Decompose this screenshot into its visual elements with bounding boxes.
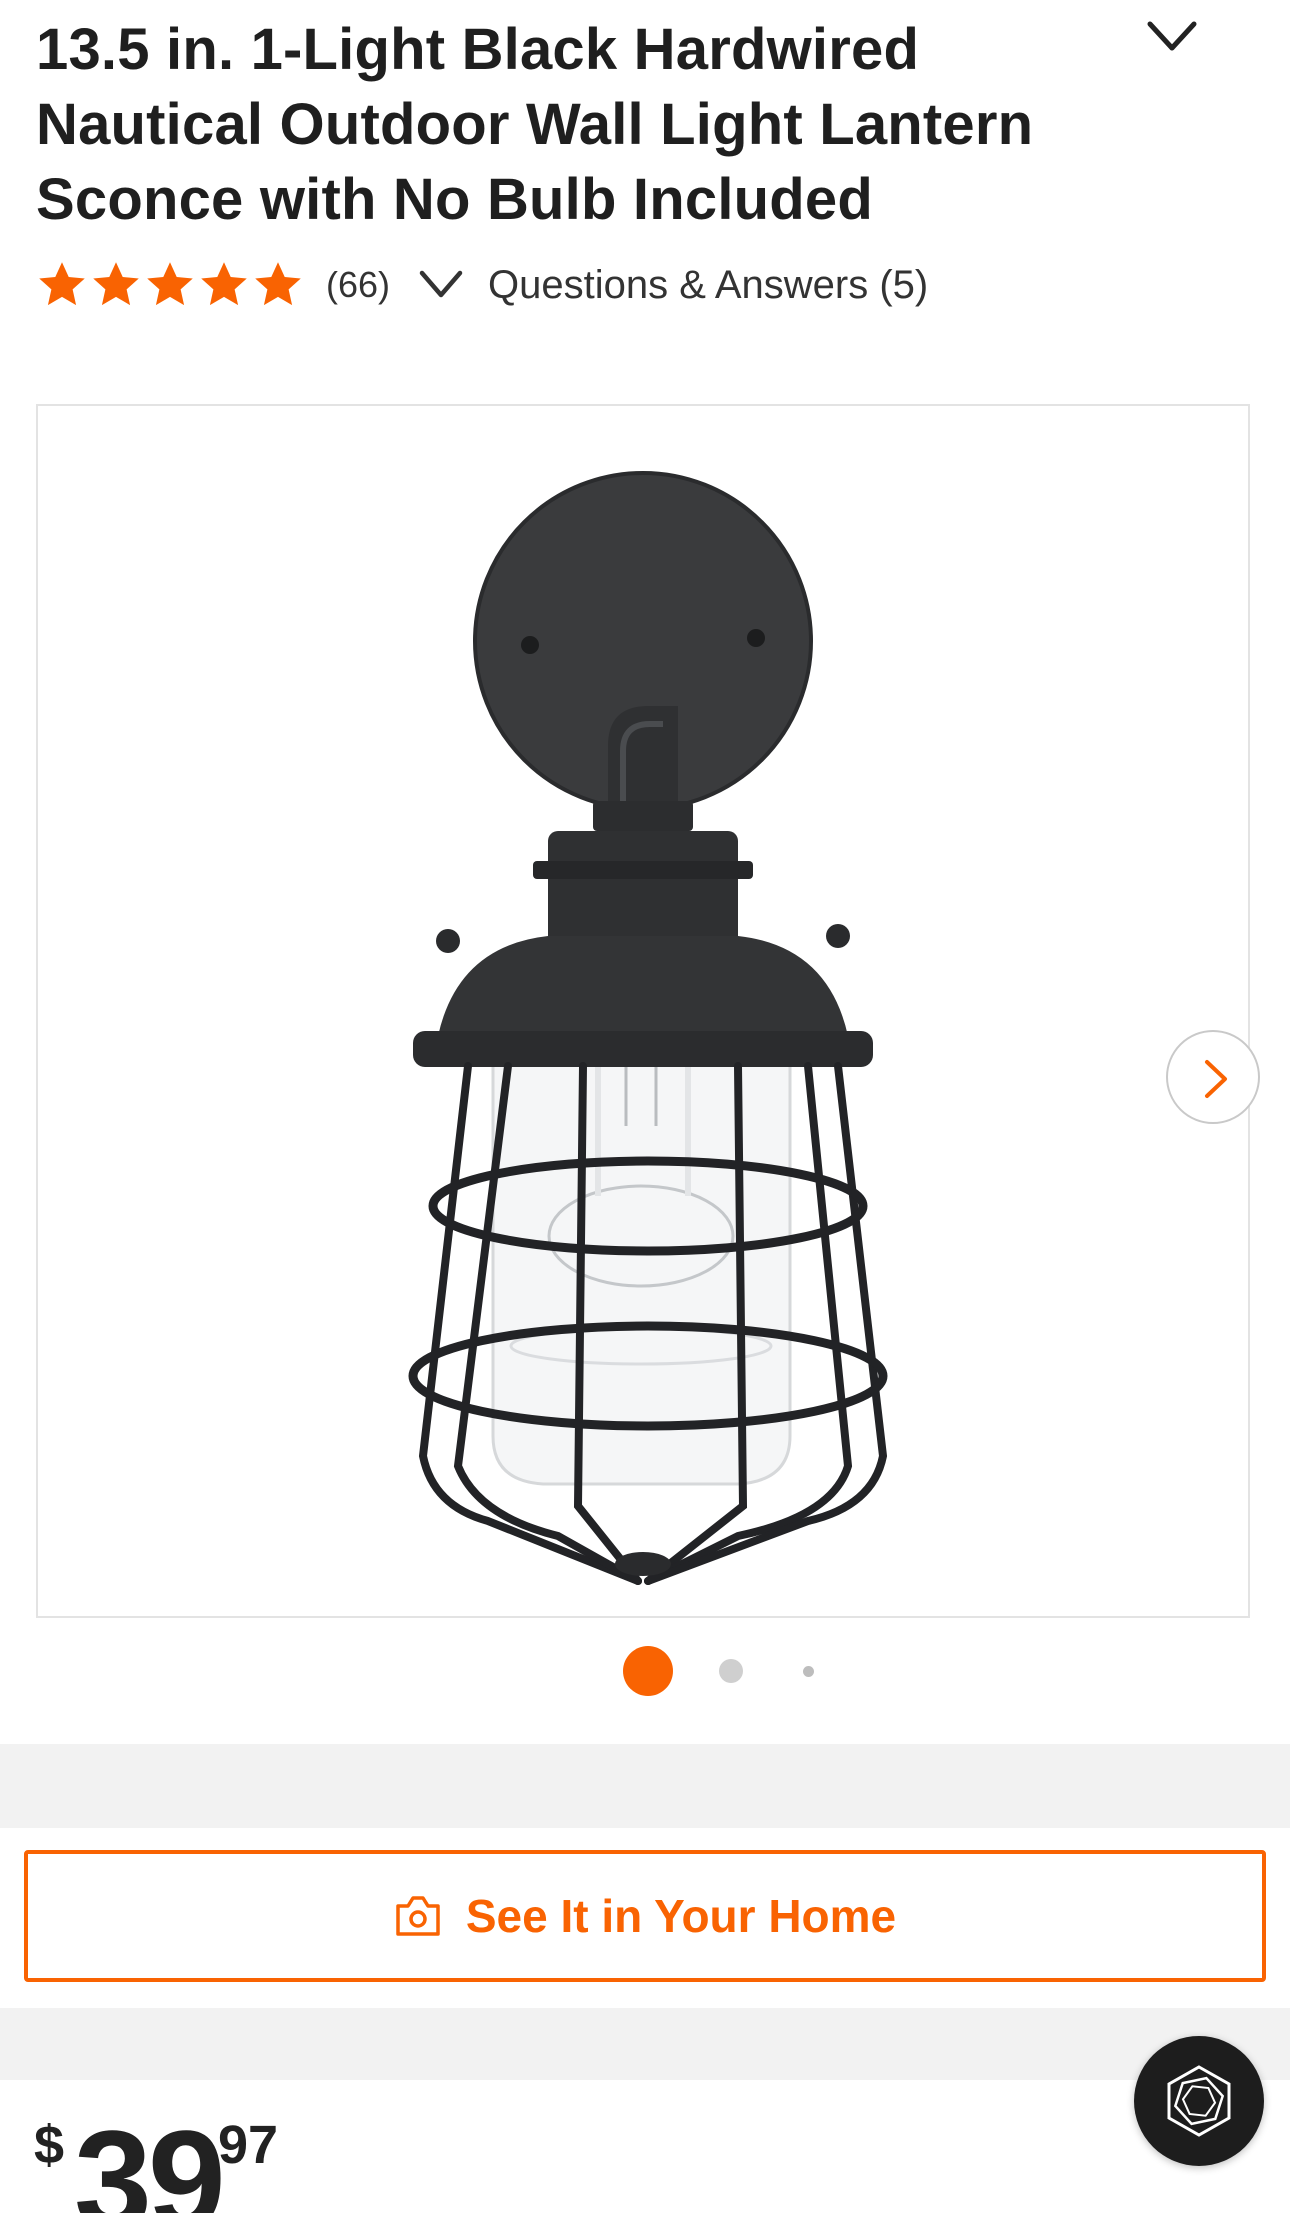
price-currency: $ — [34, 2115, 65, 2175]
product-header: 13.5 in. 1-Light Black Hardwired Nautica… — [0, 0, 1290, 362]
chevron-right-icon — [1205, 1060, 1227, 1098]
price-cents: 97 — [218, 2115, 279, 2175]
product-title: 13.5 in. 1-Light Black Hardwired Nautica… — [36, 17, 1034, 232]
see-it-in-your-home-button[interactable]: See It in Your Home — [24, 1850, 1266, 1982]
star-icon — [39, 262, 85, 306]
section-divider — [0, 2008, 1290, 2080]
carousel-dot-active[interactable] — [623, 1646, 673, 1696]
star-icon — [255, 262, 301, 306]
next-image-button[interactable] — [1166, 1030, 1260, 1124]
price-dollars: 39 — [74, 2101, 226, 2213]
assistant-chat-button[interactable] — [1134, 2036, 1264, 2166]
lantern-sconce-image — [408, 471, 888, 1585]
section-divider — [0, 1744, 1290, 1828]
camera-icon — [396, 1896, 440, 1936]
star-icon — [201, 262, 247, 306]
star-icon — [93, 262, 139, 306]
price-section: $ 39 97 — [0, 2080, 1290, 2213]
star-rating[interactable] — [36, 259, 304, 311]
carousel-dot[interactable] — [803, 1666, 814, 1677]
product-image-frame[interactable] — [36, 404, 1260, 1618]
carousel-dot[interactable] — [719, 1659, 743, 1683]
assistant-hexagon-icon — [1167, 2065, 1231, 2137]
ar-section: See It in Your Home — [0, 1828, 1290, 2008]
carousel-pagination — [0, 1638, 1290, 1698]
questions-answers-link[interactable]: Questions & Answers (5) — [488, 263, 928, 308]
rating-row: (66) Questions & Answers (5) — [36, 255, 928, 315]
review-count[interactable]: (66) — [326, 264, 390, 306]
chevron-down-icon[interactable] — [416, 267, 466, 303]
title-expand-chevron-icon[interactable] — [1138, 12, 1206, 62]
star-icon — [147, 262, 193, 306]
image-gallery — [0, 366, 1290, 1744]
see-it-in-your-home-label: See It in Your Home — [465, 1890, 897, 1942]
